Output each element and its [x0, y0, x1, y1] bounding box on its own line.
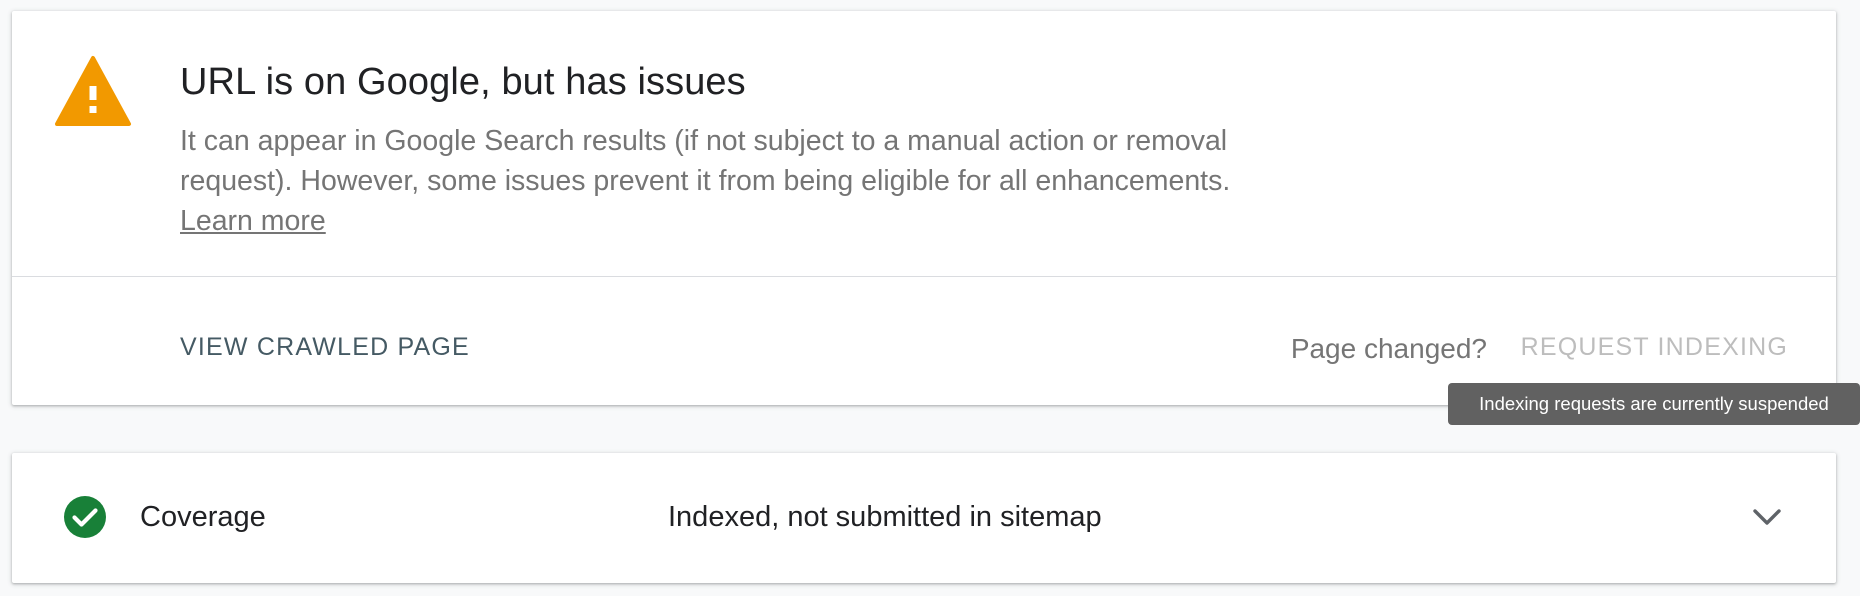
- divider: [12, 276, 1836, 277]
- status-title: URL is on Google, but has issues: [180, 61, 746, 103]
- request-indexing-button[interactable]: REQUEST INDEXING: [1521, 333, 1788, 362]
- coverage-status: Indexed, not submitted in sitemap: [668, 501, 1102, 533]
- chevron-down-icon[interactable]: [1750, 504, 1784, 530]
- check-circle-icon: [63, 495, 107, 539]
- status-description-text: It can appear in Google Search results (…: [180, 125, 1231, 197]
- page-changed-label: Page changed?: [1290, 333, 1487, 364]
- coverage-label: Coverage: [140, 501, 266, 533]
- learn-more-link[interactable]: Learn more: [180, 201, 326, 241]
- indexing-suspended-tooltip: Indexing requests are currently suspende…: [1448, 383, 1860, 425]
- status-description: It can appear in Google Search results (…: [180, 121, 1330, 241]
- coverage-row[interactable]: Coverage Indexed, not submitted in sitem…: [12, 453, 1836, 583]
- inspection-status-card: URL is on Google, but has issues It can …: [12, 11, 1836, 405]
- view-crawled-page-button[interactable]: VIEW CRAWLED PAGE: [180, 333, 470, 362]
- warning-icon: [54, 52, 132, 130]
